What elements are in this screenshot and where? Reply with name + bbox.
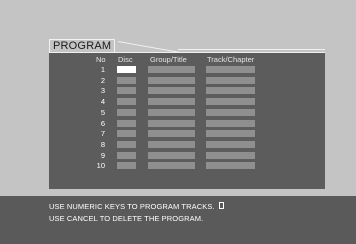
- track-chapter-field[interactable]: [206, 76, 255, 84]
- table-row[interactable]: 9: [49, 151, 325, 160]
- disc-field[interactable]: [117, 140, 136, 148]
- screen-title: PROGRAM: [49, 39, 116, 52]
- message-line-1: USE NUMERIC KEYS TO PROGRAM TRACKS.: [49, 202, 224, 212]
- disc-field[interactable]: [117, 66, 136, 73]
- column-header-disc: Disc: [118, 55, 133, 64]
- track-chapter-field[interactable]: [206, 66, 255, 73]
- table-row[interactable]: 8: [49, 140, 325, 149]
- table-row[interactable]: 6: [49, 119, 325, 128]
- table-row[interactable]: 7: [49, 129, 325, 138]
- disc-field[interactable]: [117, 108, 136, 116]
- table-row[interactable]: 10: [49, 161, 325, 170]
- table-row[interactable]: 4: [49, 97, 325, 106]
- row-number: 8: [100, 139, 105, 149]
- row-number: 9: [100, 150, 105, 160]
- disc-field[interactable]: [117, 87, 136, 95]
- group-title-field[interactable]: [148, 87, 195, 95]
- disc-field[interactable]: [117, 119, 136, 127]
- group-title-field[interactable]: [148, 162, 195, 170]
- group-title-field[interactable]: [148, 108, 195, 116]
- row-number: 4: [100, 97, 105, 107]
- row-number: 7: [100, 129, 105, 139]
- track-chapter-field[interactable]: [206, 98, 255, 106]
- disc-field[interactable]: [117, 76, 136, 84]
- row-number: 1: [100, 65, 105, 74]
- message-line-1-text: USE NUMERIC KEYS TO PROGRAM TRACKS.: [49, 202, 215, 211]
- column-header-group-title: Group/Title: [150, 55, 187, 64]
- group-title-field[interactable]: [148, 140, 195, 148]
- track-chapter-field[interactable]: [206, 119, 255, 127]
- table-row[interactable]: 3: [49, 86, 325, 95]
- row-number: 2: [100, 75, 105, 85]
- row-number: 6: [100, 118, 105, 128]
- track-chapter-field[interactable]: [206, 162, 255, 170]
- table-row[interactable]: 5: [49, 108, 325, 117]
- group-title-field[interactable]: [148, 66, 195, 73]
- table-row[interactable]: 1: [49, 65, 325, 74]
- group-title-field[interactable]: [148, 130, 195, 138]
- message-line-2: USE CANCEL TO DELETE THE PROGRAM.: [49, 214, 204, 223]
- disc-field[interactable]: [117, 151, 136, 159]
- track-chapter-field[interactable]: [206, 130, 255, 138]
- table-row[interactable]: 2: [49, 76, 325, 85]
- group-title-field[interactable]: [148, 151, 195, 159]
- column-header-no: No: [96, 55, 106, 64]
- program-table: No Disc Group/Title Track/Chapter 123456…: [49, 52, 325, 189]
- column-header-track-chapter: Track/Chapter: [207, 55, 255, 64]
- group-title-field[interactable]: [148, 76, 195, 84]
- track-chapter-field[interactable]: [206, 140, 255, 148]
- row-number: 3: [100, 86, 105, 96]
- cursor-icon: [218, 202, 224, 209]
- disc-field[interactable]: [117, 162, 136, 170]
- disc-field[interactable]: [117, 130, 136, 138]
- program-screen: PROGRAM No Disc Group/Title Track/Chapte…: [0, 0, 356, 244]
- row-number: 10: [96, 161, 105, 171]
- track-chapter-field[interactable]: [206, 108, 255, 116]
- disc-field[interactable]: [117, 98, 136, 106]
- group-title-field[interactable]: [148, 119, 195, 127]
- group-title-field[interactable]: [148, 98, 195, 106]
- track-chapter-field[interactable]: [206, 151, 255, 159]
- row-number: 5: [100, 107, 105, 117]
- track-chapter-field[interactable]: [206, 87, 255, 95]
